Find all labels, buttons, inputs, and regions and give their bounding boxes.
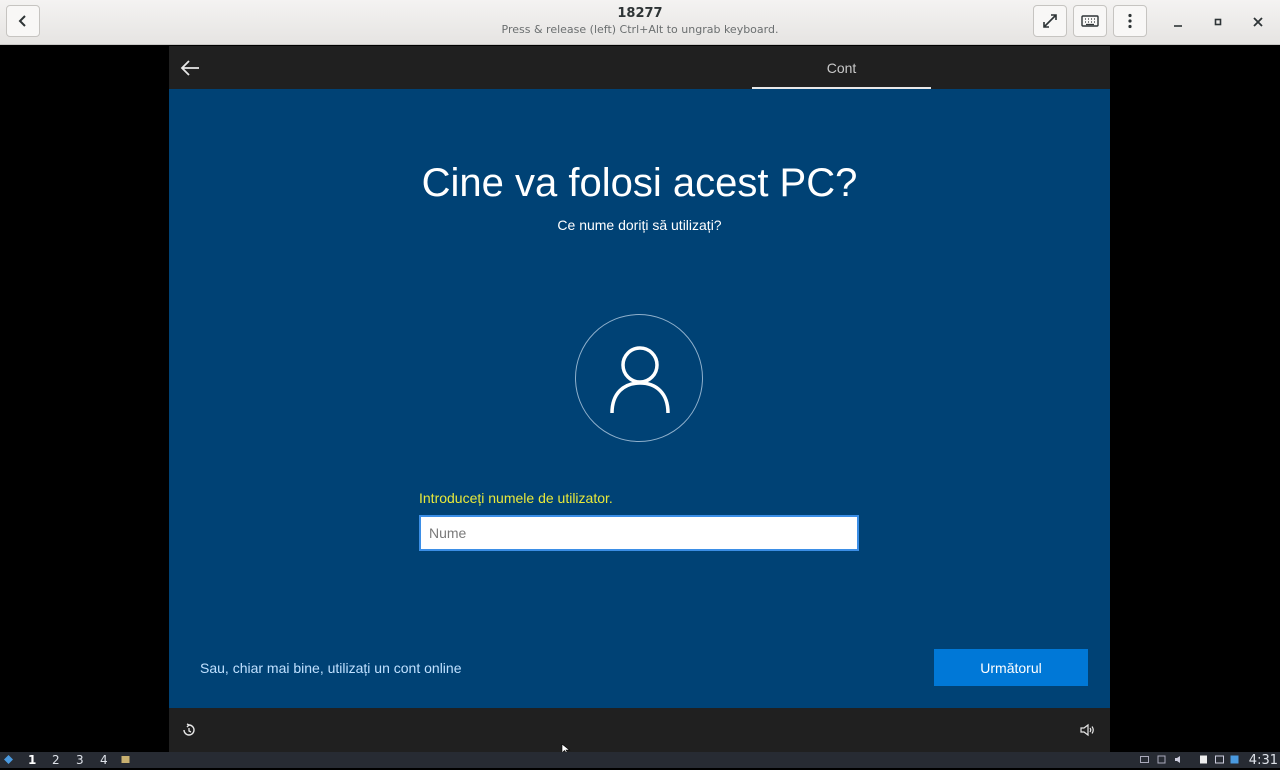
page-title: Cine va folosi acest PC?	[421, 161, 858, 205]
menu-icon	[1128, 13, 1132, 29]
display-icon[interactable]	[1157, 755, 1166, 764]
keyboard-icon	[1081, 15, 1099, 27]
avatar	[575, 314, 703, 442]
clock: 4:31	[1248, 753, 1278, 768]
workspace-2[interactable]: 2	[52, 752, 60, 768]
page-subtitle: Ce nume doriți să utilizați?	[557, 217, 722, 233]
volume-icon[interactable]	[1080, 723, 1096, 737]
vm-screen: Cont Cine va folosi acest PC? Ce nume do…	[169, 46, 1110, 752]
speaker-icon[interactable]	[1174, 755, 1183, 764]
close-button[interactable]	[1248, 12, 1268, 32]
window-icon[interactable]	[1215, 755, 1224, 764]
back-icon[interactable]	[179, 57, 201, 79]
network-icon[interactable]	[1140, 755, 1149, 764]
user-avatar-icon	[610, 346, 670, 414]
maximize-button[interactable]	[1208, 12, 1228, 32]
workspace-4[interactable]: 4	[100, 752, 108, 768]
minimize-button[interactable]	[1168, 12, 1188, 32]
tab-account: Cont	[826, 60, 857, 76]
start-menu-icon[interactable]	[4, 755, 13, 764]
tab-active-indicator	[752, 87, 931, 89]
username-prompt: Introduceți numele de utilizator.	[419, 490, 613, 506]
oobe-top-bar: Cont	[169, 46, 1110, 89]
minimize-icon	[1174, 25, 1182, 27]
username-input[interactable]	[419, 515, 859, 551]
maximize-icon	[1214, 18, 1222, 26]
workspace-3[interactable]: 3	[76, 752, 84, 768]
accessibility-icon[interactable]	[181, 722, 197, 738]
next-button[interactable]: Următorul	[934, 649, 1088, 686]
notes-icon[interactable]	[1199, 755, 1208, 764]
workspace-1[interactable]: 1	[28, 752, 36, 768]
keyboard-button[interactable]	[1073, 5, 1107, 37]
host-taskbar: 1 2 3 4 4:31	[0, 752, 1280, 768]
oobe-bottom-bar	[169, 708, 1110, 752]
updates-icon[interactable]	[1230, 755, 1239, 764]
close-icon	[1253, 17, 1263, 27]
app-window-icon[interactable]	[121, 755, 130, 764]
menu-button[interactable]	[1113, 5, 1147, 37]
fullscreen-button[interactable]	[1033, 5, 1067, 37]
online-account-link[interactable]: Sau, chiar mai bine, utilizați un cont o…	[200, 660, 461, 676]
fullscreen-icon	[1043, 14, 1057, 28]
viewer-header-bar: 18277 Press & release (left) Ctrl+Alt to…	[0, 0, 1280, 45]
